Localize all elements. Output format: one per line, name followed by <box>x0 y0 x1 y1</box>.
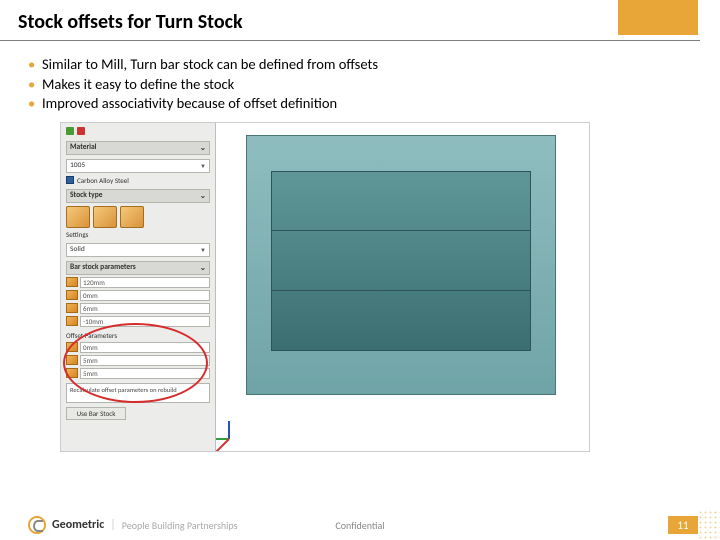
material-header[interactable]: Material⌄ <box>66 141 210 155</box>
panel-topbar <box>66 125 210 137</box>
dim-icon <box>66 303 78 313</box>
bullet-item: Makes it easy to define the stock <box>28 75 720 95</box>
dim-icon <box>66 368 78 378</box>
page-number: 11 <box>668 516 698 534</box>
cancel-icon[interactable] <box>77 127 85 135</box>
bullet-item: Similar to Mill, Turn bar stock can be d… <box>28 55 720 75</box>
param-field[interactable]: 0mm <box>66 290 210 301</box>
offset-field[interactable]: 0mm <box>66 342 210 353</box>
offset-field[interactable]: 5mm <box>66 368 210 379</box>
stock-model <box>271 171 531 351</box>
confidential-label: Confidential <box>335 519 384 532</box>
embedded-screenshot: Material⌄ 1005 Carbon Alloy Steel Stock … <box>60 122 590 452</box>
slide-title: Stock offsets for Turn Stock <box>0 0 700 41</box>
accent-block <box>618 0 698 35</box>
param-field[interactable]: 120mm <box>66 277 210 288</box>
bar-params-header[interactable]: Bar stock parameters⌄ <box>66 261 210 275</box>
separator: | <box>110 518 116 532</box>
bullet-list: Similar to Mill, Turn bar stock can be d… <box>28 55 720 114</box>
logo-icon <box>28 516 46 534</box>
settings-label: Settings <box>66 230 210 239</box>
param-field[interactable]: -10mm <box>66 316 210 327</box>
model-viewport[interactable] <box>216 123 589 451</box>
bullet-item: Improved associativity because of offset… <box>28 94 720 114</box>
tagline: People Building Partnerships <box>122 519 238 532</box>
stock-option-icon[interactable] <box>120 206 144 228</box>
property-panel: Material⌄ 1005 Carbon Alloy Steel Stock … <box>61 123 216 451</box>
footer-decoration <box>698 510 720 540</box>
stock-option-icon[interactable] <box>93 206 117 228</box>
dim-icon <box>66 290 78 300</box>
settings-dropdown[interactable]: Solid <box>66 243 210 257</box>
stocktype-header[interactable]: Stock type⌄ <box>66 189 210 203</box>
dim-icon <box>66 316 78 326</box>
brand-name: Geometric <box>52 518 104 532</box>
z-axis <box>228 421 230 439</box>
dim-icon <box>66 277 78 287</box>
stock-type-icons <box>66 206 210 228</box>
use-bar-stock-button[interactable]: Use Bar Stock <box>66 407 126 420</box>
rebuild-note[interactable]: Recalculate offset parameters on rebuild <box>66 383 210 403</box>
material-legend: Carbon Alloy Steel <box>66 176 210 185</box>
param-field[interactable]: 6mm <box>66 303 210 314</box>
stock-option-icon[interactable] <box>66 206 90 228</box>
material-dropdown[interactable]: 1005 <box>66 159 210 173</box>
offset-field[interactable]: 5mm <box>66 355 210 366</box>
ok-icon[interactable] <box>66 127 74 135</box>
offset-params-header: Offset Parameters <box>66 331 210 340</box>
dim-icon <box>66 355 78 365</box>
dim-icon <box>66 342 78 352</box>
axis-triad <box>224 415 252 443</box>
